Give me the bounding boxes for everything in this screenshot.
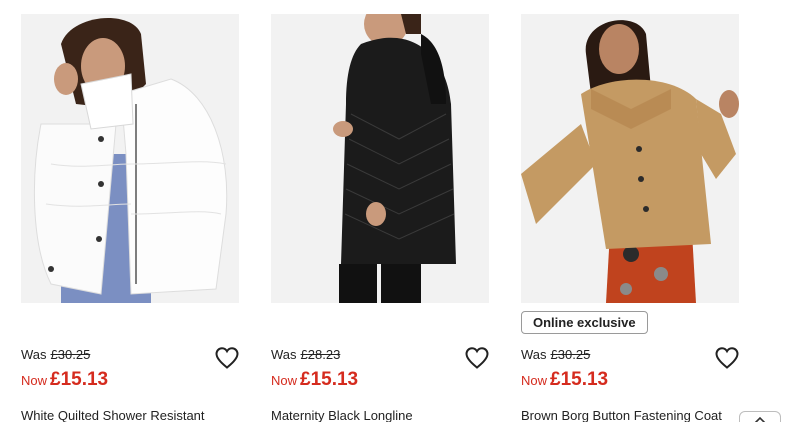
product-card[interactable]: Was £30.25 Now £15.13 White Quilted Shower… <box>21 0 257 422</box>
product-image[interactable] <box>271 14 489 303</box>
scroll-to-top-button[interactable] <box>739 411 781 422</box>
was-label: Was <box>21 347 47 362</box>
product-title[interactable]: White Quilted Shower Resistant <box>21 408 257 422</box>
now-price-row: Now £15.13 <box>271 369 358 393</box>
chevron-up-icon <box>754 416 766 422</box>
now-price-row: Now £15.13 <box>21 369 108 393</box>
now-price-row: Now £15.13 <box>521 369 608 393</box>
was-price-row: Was £30.25 <box>21 347 90 363</box>
was-price-row: Was £30.25 <box>521 347 590 363</box>
online-exclusive-badge: Online exclusive <box>521 311 648 334</box>
now-label: Now <box>271 373 298 388</box>
product-grid: Was £30.25 Now £15.13 White Quilted Shower… <box>0 0 787 422</box>
was-label: Was <box>521 347 547 362</box>
was-label: Was <box>271 347 297 362</box>
product-card[interactable]: Online exclusive Was £30.25 Now £15.13 Bro… <box>521 0 757 422</box>
product-image[interactable] <box>21 14 239 303</box>
heart-outline-icon[interactable] <box>714 346 740 370</box>
was-price-row: Was £28.23 <box>271 347 340 363</box>
was-price: £28.23 <box>300 347 341 362</box>
heart-outline-icon[interactable] <box>464 346 490 370</box>
now-price: £15.13 <box>300 369 359 390</box>
was-price: £30.25 <box>550 347 591 362</box>
product-image[interactable] <box>521 14 739 303</box>
product-card[interactable]: Was £28.23 Now £15.13 Maternity Black Long… <box>271 0 507 422</box>
product-title[interactable]: Brown Borg Button Fastening Coat <box>521 408 757 422</box>
heart-outline-icon[interactable] <box>214 346 240 370</box>
was-price: £30.25 <box>50 347 91 362</box>
product-title[interactable]: Maternity Black Longline <box>271 408 507 422</box>
now-label: Now <box>521 373 548 388</box>
now-label: Now <box>21 373 48 388</box>
now-price: £15.13 <box>550 369 609 390</box>
now-price: £15.13 <box>50 369 109 390</box>
